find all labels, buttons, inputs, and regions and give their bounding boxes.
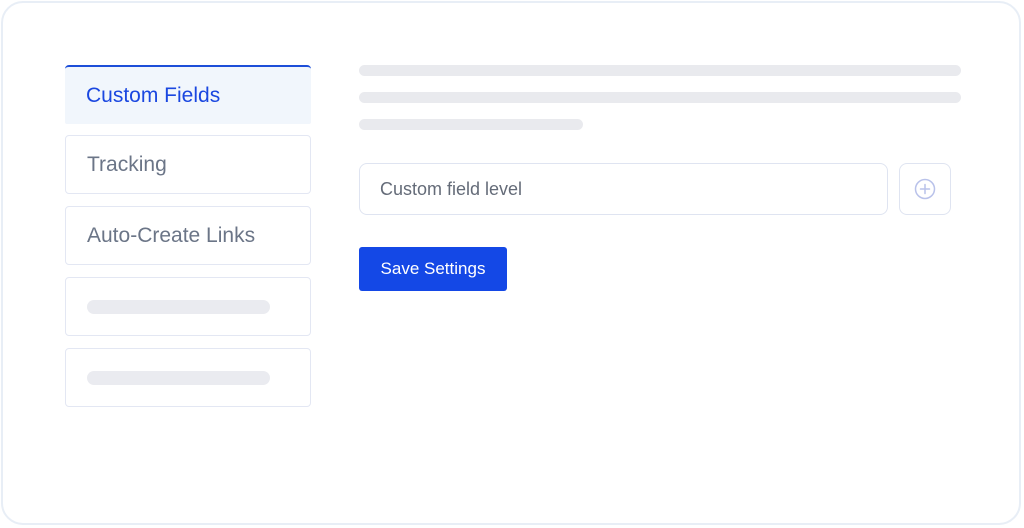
custom-field-input[interactable] xyxy=(359,163,888,215)
plus-circle-icon xyxy=(914,178,936,200)
sidebar-item-custom-fields[interactable]: Custom Fields xyxy=(65,65,311,124)
skeleton-line xyxy=(359,65,961,76)
sidebar-item-placeholder[interactable] xyxy=(65,348,311,407)
sidebar-item-auto-create-links[interactable]: Auto-Create Links xyxy=(65,206,311,265)
skeleton-bar xyxy=(87,299,270,314)
sidebar-item-tracking[interactable]: Tracking xyxy=(65,135,311,194)
add-field-button[interactable] xyxy=(899,163,951,215)
sidebar-item-label: Auto-Create Links xyxy=(87,223,256,247)
skeleton-bar xyxy=(87,370,270,385)
app-frame: Custom Fields Tracking Auto-Create Links… xyxy=(1,1,1021,525)
sidebar-item-placeholder[interactable] xyxy=(65,277,311,336)
sidebar-item-label: Custom Fields xyxy=(86,83,221,107)
sidebar-item-label: Tracking xyxy=(87,152,167,176)
skeleton-line xyxy=(359,92,961,103)
skeleton-line xyxy=(359,119,583,130)
save-settings-button[interactable]: Save Settings xyxy=(359,247,507,291)
